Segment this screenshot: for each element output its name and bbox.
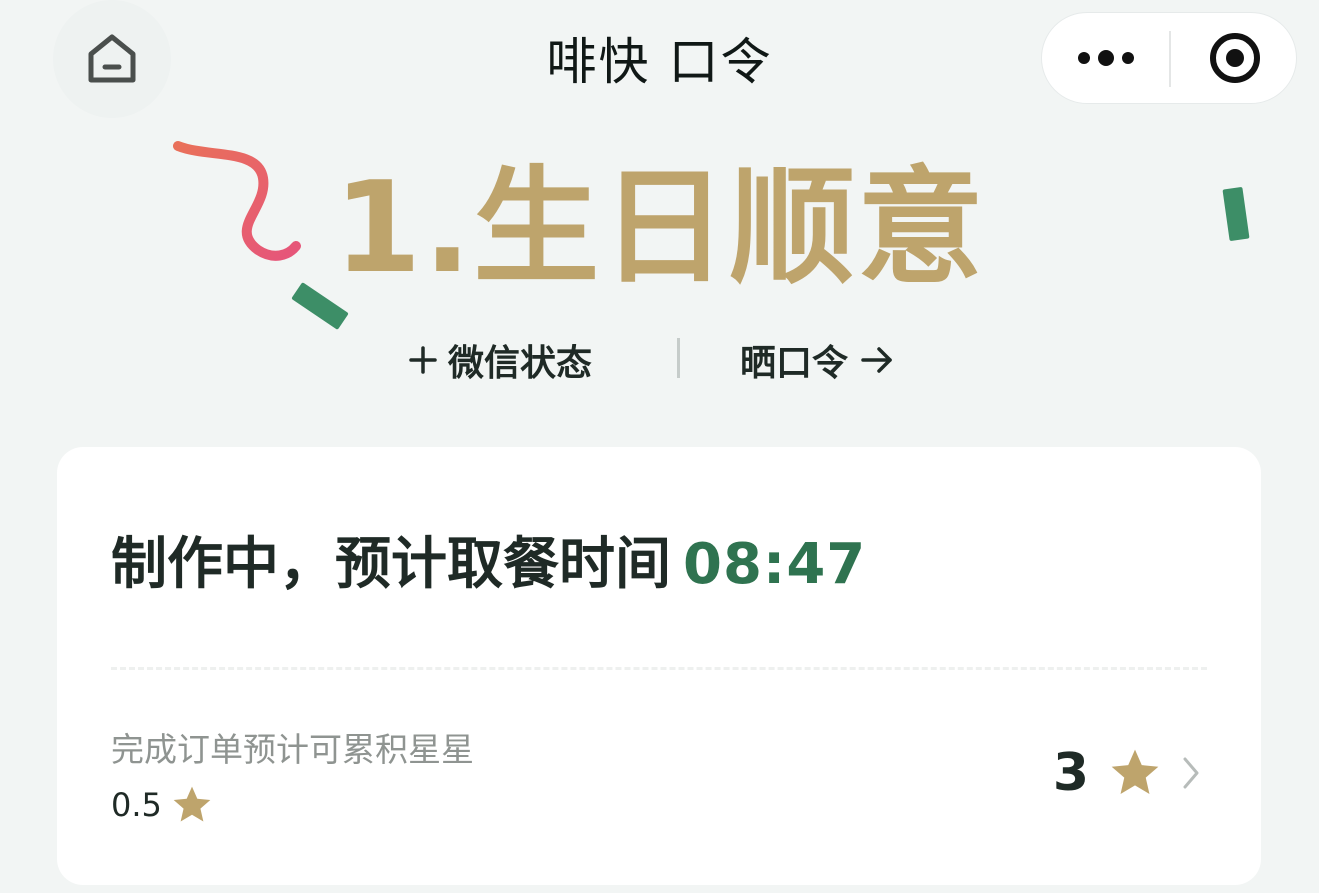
add-wechat-status-button[interactable]: 微信状态: [408, 334, 592, 386]
order-status: 制作中，预计取餐时间 08:47: [111, 519, 866, 600]
stars-earned: 0.5: [111, 783, 214, 827]
plus-icon: [409, 346, 437, 374]
star-icon: [1111, 749, 1159, 794]
star-icon: [173, 786, 211, 822]
page-subtitle: 口令: [668, 33, 773, 91]
order-status-card: 制作中，预计取餐时间 08:47 完成订单预计可累积星星 0.5 3: [57, 447, 1261, 885]
brand-name: 啡快: [546, 33, 651, 91]
stars-total-value: 3: [1052, 743, 1089, 803]
add-wechat-status-label: 微信状态: [448, 343, 593, 384]
stars-label: 完成订单预计可累积星星: [111, 730, 474, 769]
card-divider: [111, 667, 1207, 670]
chevron-right-icon: [1183, 757, 1199, 789]
stars-earned-value: 0.5: [111, 786, 162, 824]
stars-total-link[interactable]: 3: [1053, 743, 1201, 803]
share-code-button[interactable]: 晒口令: [740, 334, 894, 386]
mini-program-capsule: [1041, 12, 1297, 104]
more-button[interactable]: [1042, 13, 1169, 103]
pickup-code-title: 1.生日顺意: [333, 154, 986, 301]
close-button[interactable]: [1171, 13, 1298, 103]
more-dots-icon: [1077, 50, 1134, 66]
pickup-time: 08:47: [683, 532, 867, 597]
actions-divider: [677, 338, 680, 378]
arrow-right-icon: [861, 347, 892, 373]
order-status-text: 制作中，预计取餐时间: [111, 532, 671, 597]
share-code-label: 晒口令: [740, 343, 849, 384]
target-close-icon: [1209, 33, 1260, 83]
hero-actions: 微信状态 晒口令: [0, 330, 1319, 386]
